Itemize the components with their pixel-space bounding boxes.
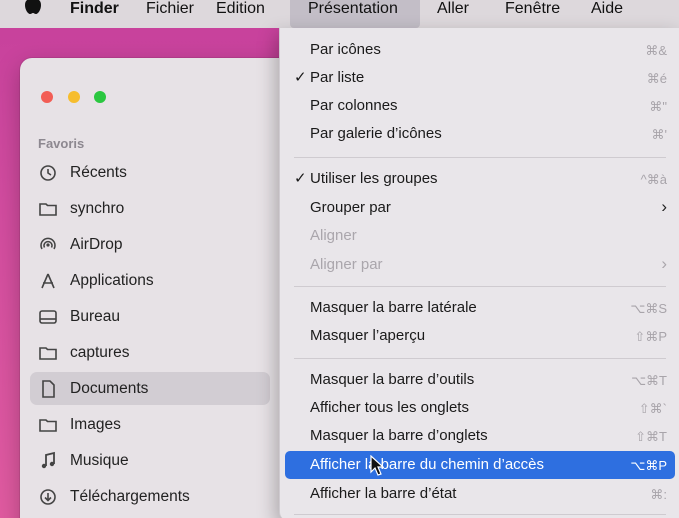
- document-icon: [42, 380, 55, 398]
- checkmark-icon: ✓: [294, 69, 307, 86]
- sidebar-item-label: captures: [70, 344, 130, 361]
- menu-fichier[interactable]: Fichier: [146, 0, 194, 23]
- menu-item-par-liste[interactable]: ✓ Par liste ⌘é: [285, 64, 675, 92]
- menu-separator: [294, 514, 666, 515]
- menu-item-shortcut: ⌥⌘P: [630, 458, 667, 473]
- menu-item-masquer-barre-laterale[interactable]: Masquer la barre latérale ⌥⌘S: [285, 294, 675, 322]
- finder-window: Favoris Récents synchro AirDrop Applicat…: [20, 58, 300, 518]
- menu-item-shortcut: ⌘': [651, 127, 667, 142]
- menu-item-label: Aligner par: [310, 256, 383, 273]
- zoom-window-button[interactable]: [94, 91, 106, 103]
- sidebar-item-images[interactable]: Images: [30, 408, 270, 441]
- desktop-icon: [39, 310, 57, 324]
- menu-item-masquer-barre-outils[interactable]: Masquer la barre d’outils ⌥⌘T: [285, 366, 675, 394]
- sidebar-item-captures[interactable]: captures: [30, 336, 270, 369]
- menu-edition[interactable]: Edition: [216, 0, 265, 23]
- menu-finder[interactable]: Finder: [70, 0, 119, 23]
- sidebar-item-synchro[interactable]: synchro: [30, 192, 270, 225]
- menu-item-label: Afficher tous les onglets: [310, 399, 469, 416]
- sidebar-item-label: Bureau: [70, 308, 120, 325]
- folder-icon: [39, 347, 57, 360]
- menu-item-par-icones[interactable]: Par icônes ⌘&: [285, 36, 675, 64]
- menu-item-masquer-apercu[interactable]: Masquer l’aperçu ⇧⌘P: [285, 322, 675, 350]
- menu-item-utiliser-groupes[interactable]: ✓ Utiliser les groupes ^⌘à: [285, 165, 675, 193]
- menu-item-shortcut: ⌘&: [645, 43, 667, 58]
- desktop: { "menubar": { "finder": "Finder", "fich…: [0, 0, 679, 518]
- sidebar-item-musique[interactable]: Musique: [30, 444, 270, 477]
- menu-item-shortcut: ^⌘à: [640, 172, 667, 187]
- menu-separator: [294, 286, 666, 287]
- menu-item-shortcut: ⇧⌘T: [635, 429, 667, 444]
- menu-separator: [294, 358, 666, 359]
- menu-item-label: Masquer la barre latérale: [310, 299, 477, 316]
- sidebar-item-label: Récents: [70, 164, 127, 181]
- menu-item-shortcut: ⌥⌘T: [631, 373, 667, 388]
- sidebar-item-label: Musique: [70, 452, 129, 469]
- sidebar-item-airdrop[interactable]: AirDrop: [30, 228, 270, 261]
- menu-item-par-colonnes[interactable]: Par colonnes ⌘": [285, 92, 675, 120]
- sidebar-item-documents[interactable]: Documents: [30, 372, 270, 405]
- sidebar-item-telechargements[interactable]: Téléchargements: [30, 480, 270, 513]
- menu-item-label: Masquer la barre d’onglets: [310, 427, 488, 444]
- menu-item-aligner[interactable]: Aligner: [285, 222, 675, 250]
- music-note-icon: [41, 451, 55, 469]
- menu-item-label: Masquer l’aperçu: [310, 327, 426, 344]
- menu-item-label: Utiliser les groupes: [310, 170, 438, 187]
- menu-item-label: Aligner: [310, 227, 357, 244]
- menu-item-grouper-par[interactable]: Grouper par ›: [285, 194, 675, 222]
- menu-item-label: Afficher la barre d’état: [310, 485, 457, 502]
- menu-item-label: Par icônes: [310, 41, 381, 58]
- folder-icon: [39, 419, 57, 432]
- sidebar-item-label: synchro: [70, 200, 125, 217]
- menu-separator: [294, 157, 666, 158]
- presentation-dropdown-menu: Par icônes ⌘& ✓ Par liste ⌘é Par colonne…: [279, 28, 679, 518]
- clock-icon: [40, 165, 56, 181]
- menu-item-afficher-barre-chemin[interactable]: Afficher la barre du chemin d’accès ⌥⌘P: [285, 451, 675, 479]
- menu-item-label: Par liste: [310, 69, 365, 86]
- sidebar-item-label: AirDrop: [70, 236, 123, 253]
- menu-item-shortcut: ⌘:: [650, 487, 667, 502]
- menu-item-shortcut: ⇧⌘`: [638, 401, 667, 416]
- sidebar-section-favoris: Favoris: [38, 136, 85, 151]
- applications-icon: [41, 273, 55, 289]
- chevron-right-icon: ›: [661, 197, 667, 216]
- download-icon: [40, 489, 56, 505]
- menu-bar: Finder Fichier Edition Présentation Alle…: [0, 0, 679, 28]
- apple-logo-icon[interactable]: [22, 0, 44, 14]
- menu-item-afficher-tous-onglets[interactable]: Afficher tous les onglets ⇧⌘`: [285, 394, 675, 422]
- checkmark-icon: ✓: [294, 170, 307, 187]
- minimize-window-button[interactable]: [68, 91, 80, 103]
- menu-item-shortcut: ⌥⌘S: [630, 301, 667, 316]
- sidebar-item-label: Applications: [70, 272, 154, 289]
- airdrop-icon: [40, 237, 56, 250]
- menu-fenetre[interactable]: Fenêtre: [505, 0, 560, 23]
- sidebar-item-label: Images: [70, 416, 121, 433]
- mouse-pointer-icon: [370, 455, 384, 476]
- sidebar-item-applications[interactable]: Applications: [30, 264, 270, 297]
- menu-item-shortcut: ⌘": [649, 99, 667, 114]
- menu-item-label: Afficher la barre du chemin d’accès: [310, 456, 545, 473]
- sidebar-item-recents[interactable]: Récents: [30, 156, 270, 189]
- menu-aide[interactable]: Aide: [591, 0, 623, 23]
- chevron-right-icon: ›: [661, 254, 667, 273]
- menu-item-aligner-par[interactable]: Aligner par ›: [285, 251, 675, 279]
- close-window-button[interactable]: [41, 91, 53, 103]
- menu-item-shortcut: ⌘é: [646, 71, 667, 86]
- menu-aller[interactable]: Aller: [437, 0, 469, 23]
- folder-icon: [39, 203, 57, 216]
- menu-item-label: Masquer la barre d’outils: [310, 371, 475, 388]
- sidebar-item-label: Documents: [70, 380, 149, 397]
- sidebar-item-bureau[interactable]: Bureau: [30, 300, 270, 333]
- menu-item-label: Par galerie d’icônes: [310, 125, 442, 142]
- menu-item-par-galerie[interactable]: Par galerie d’icônes ⌘': [285, 120, 675, 148]
- menu-item-label: Grouper par: [310, 199, 391, 216]
- menu-item-label: Par colonnes: [310, 97, 398, 114]
- sidebar-item-label: Téléchargements: [70, 488, 190, 505]
- menu-item-shortcut: ⇧⌘P: [634, 329, 667, 344]
- menu-presentation[interactable]: Présentation: [308, 0, 398, 23]
- menu-item-afficher-barre-etat[interactable]: Afficher la barre d’état ⌘:: [285, 480, 675, 508]
- menu-item-masquer-barre-onglets[interactable]: Masquer la barre d’onglets ⇧⌘T: [285, 422, 675, 450]
